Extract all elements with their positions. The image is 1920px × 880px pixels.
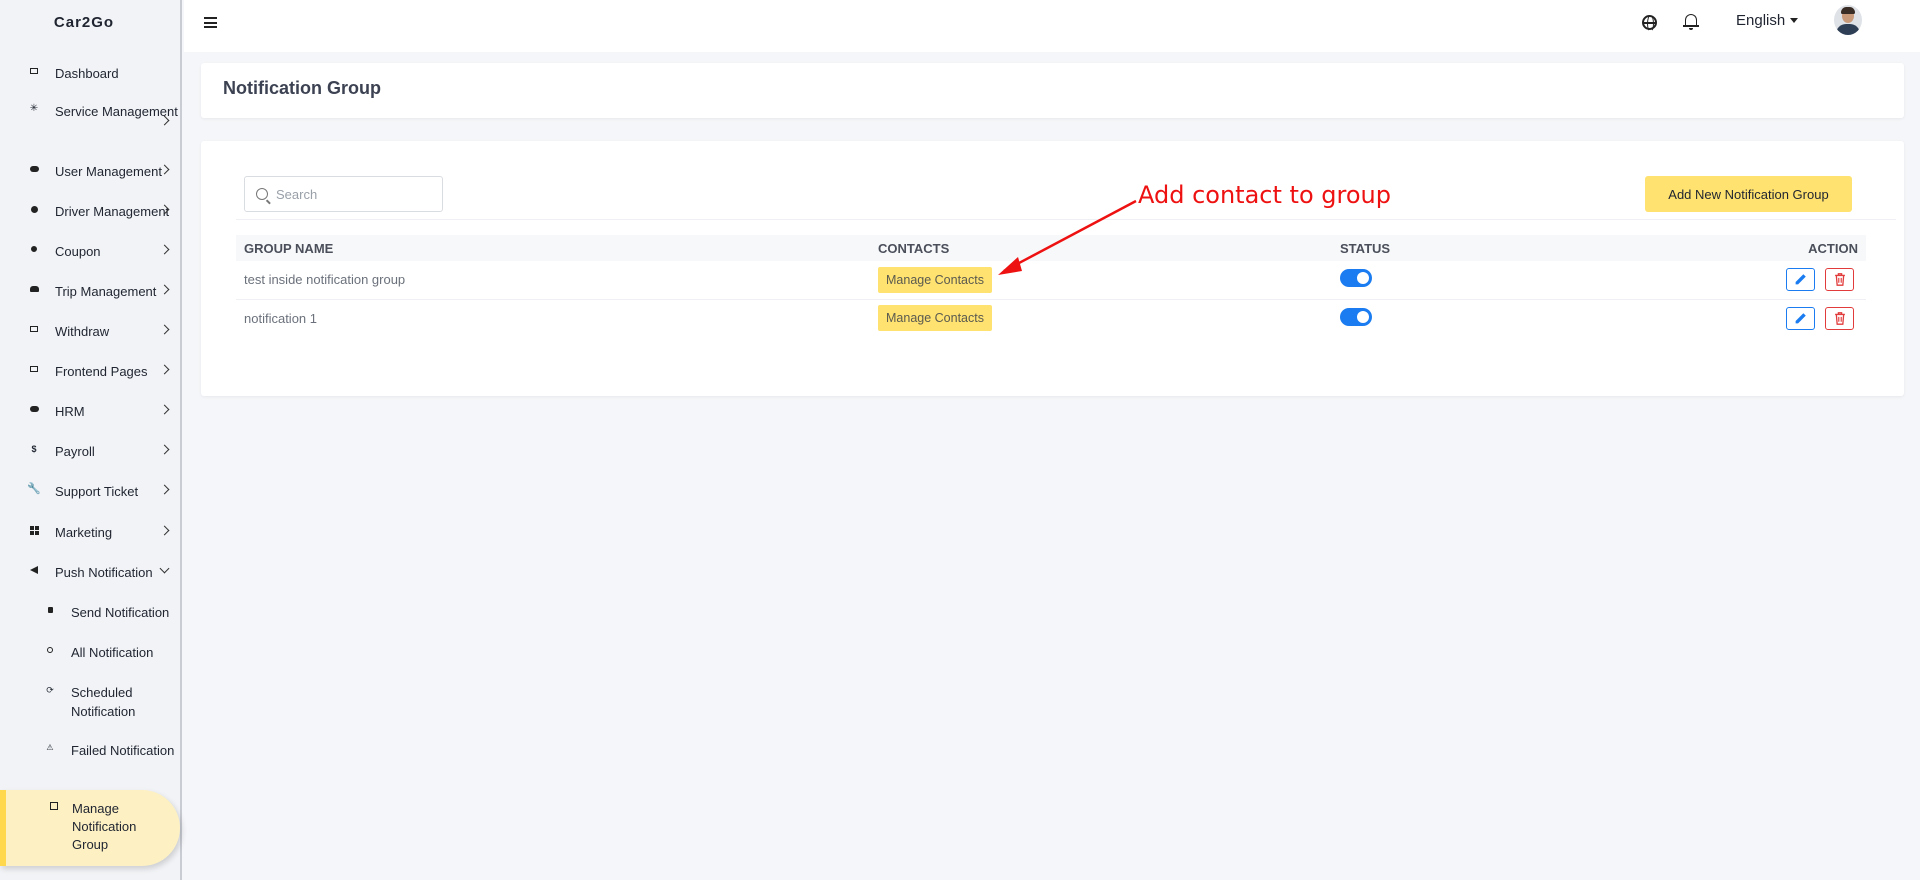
sidebar-item-trip-management[interactable]: Trip Management: [0, 282, 180, 301]
sidebar-item-frontend-pages[interactable]: Frontend Pages: [0, 362, 180, 381]
alert-icon: ⚠: [46, 743, 54, 752]
caret-down-icon: [1790, 18, 1799, 23]
edit-button[interactable]: [1786, 306, 1816, 330]
wallet-icon: [28, 323, 40, 335]
add-notification-group-button[interactable]: Add New Notification Group: [1645, 176, 1852, 212]
language-label: English: [1736, 12, 1786, 29]
delete-button[interactable]: [1825, 306, 1854, 330]
manage-contacts-button[interactable]: Manage Contacts: [878, 266, 992, 293]
column-header-action: ACTION: [1808, 240, 1858, 256]
team-icon: [28, 403, 40, 415]
dollar-icon: $: [31, 443, 37, 454]
grid-icon: [28, 524, 40, 536]
avatar[interactable]: [1834, 5, 1862, 35]
group-icon: [50, 802, 58, 810]
table-row: notification 1 Manage Contacts: [236, 299, 1866, 337]
status-toggle[interactable]: [1340, 269, 1372, 288]
coupon-icon: [28, 243, 40, 255]
column-header-status[interactable]: STATUS: [1332, 235, 1632, 261]
annotation-label: Add contact to group: [1138, 181, 1391, 209]
bell-icon[interactable]: [1683, 13, 1699, 30]
user-icon: [28, 203, 40, 215]
sidebar-subitem-send-notification[interactable]: Send Notification: [0, 603, 180, 622]
sidebar-item-label: Send Notification: [71, 605, 170, 620]
page-title: Notification Group: [223, 78, 381, 98]
sidebar: Car2Go Dashboard ✳ Service Management Us…: [0, 0, 182, 880]
sidebar-item-coupon[interactable]: Coupon: [0, 242, 180, 261]
top-bar: English: [184, 0, 1920, 52]
monitor-icon: [28, 65, 40, 77]
language-dropdown[interactable]: English: [1736, 12, 1799, 29]
manage-contacts-button[interactable]: Manage Contacts: [878, 305, 992, 332]
status-toggle[interactable]: [1340, 307, 1372, 326]
trash-icon: [1834, 273, 1845, 287]
sidebar-item-service-management[interactable]: ✳ Service Management: [0, 102, 180, 126]
trash-icon: [1834, 311, 1845, 325]
edit-button[interactable]: [1786, 268, 1816, 292]
group-name-cell: test inside notification group: [244, 272, 406, 288]
page-header-card: Notification Group: [201, 63, 1904, 118]
sidebar-subitem-scheduled-notification[interactable]: ⟳ Scheduled Notification: [0, 683, 180, 721]
clock-icon: ⟳: [46, 684, 54, 695]
sidebar-subitem-all-notification[interactable]: All Notification: [0, 643, 180, 662]
megaphone-icon: [28, 564, 40, 576]
sidebar-item-label: All Notification: [71, 645, 154, 660]
sidebar-item-withdraw[interactable]: Withdraw: [0, 322, 180, 341]
sidebar-item-marketing[interactable]: Marketing: [0, 523, 180, 542]
car-icon: [28, 283, 40, 295]
sidebar-item-push-notification[interactable]: Push Notification: [0, 563, 180, 582]
sidebar-item-user-management[interactable]: User Management: [0, 162, 180, 181]
brand-logo[interactable]: Car2Go: [0, 0, 180, 44]
sidebar-item-driver-management[interactable]: Driver Management: [0, 202, 180, 221]
sidebar-item-hrm[interactable]: HRM: [0, 402, 180, 421]
sidebar-item-label: Scheduled Notification: [71, 685, 136, 719]
page-icon: [28, 363, 40, 375]
delete-button[interactable]: [1825, 268, 1854, 292]
sidebar-subitem-failed-notification[interactable]: ⚠ Failed Notification: [0, 741, 180, 760]
users-icon: [28, 163, 40, 175]
sidebar-item-support-ticket[interactable]: 🔧 Support Ticket: [0, 482, 180, 501]
circle-icon: [44, 644, 56, 656]
sidebar-item-label: Manage Notification Group: [72, 801, 137, 852]
search-box[interactable]: [244, 176, 443, 212]
column-header-group-name[interactable]: GROUP NAME: [236, 235, 870, 261]
globe-icon[interactable]: [1642, 15, 1657, 32]
pencil-icon: [1796, 312, 1807, 324]
group-name-cell: notification 1: [244, 310, 317, 326]
search-input[interactable]: [276, 186, 426, 202]
gear-icon: ✳: [29, 103, 39, 114]
menu-toggle-icon[interactable]: [204, 17, 217, 28]
wrench-icon: 🔧: [27, 482, 41, 495]
sidebar-item-dashboard[interactable]: Dashboard: [0, 64, 180, 83]
sidebar-subitem-manage-notification-group[interactable]: Manage Notification Group: [0, 790, 180, 866]
search-icon: [256, 188, 268, 200]
annotation-arrow: [998, 199, 1137, 275]
sidebar-item-label: Dashboard: [55, 66, 119, 81]
sidebar-item-payroll[interactable]: $ Payroll: [0, 442, 180, 461]
pencil-icon: [1796, 274, 1807, 285]
send-icon: [44, 604, 56, 616]
sidebar-item-label: Failed Notification: [71, 743, 175, 758]
